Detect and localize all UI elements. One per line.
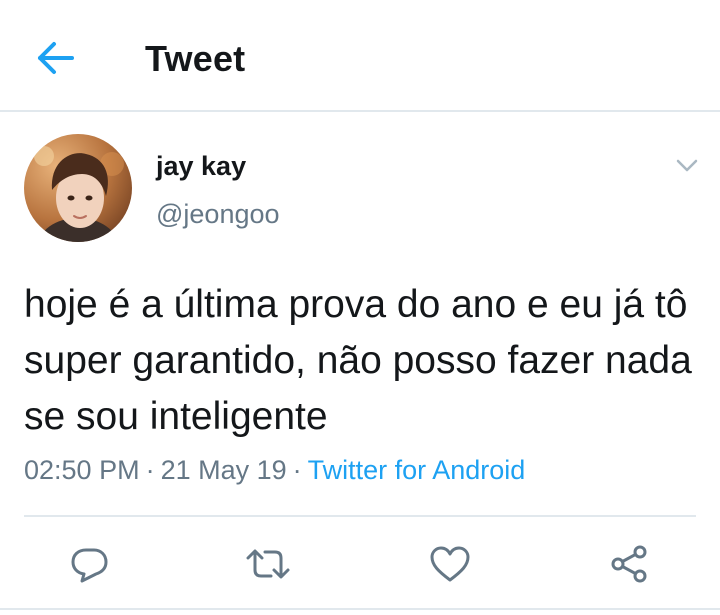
author-display-name[interactable]: jay kay [156, 151, 246, 182]
reply-button[interactable] [66, 542, 114, 586]
separator-dot: · [292, 455, 302, 485]
tweet-source-link[interactable]: Twitter for Android [308, 455, 526, 485]
arrow-left-icon [38, 42, 74, 74]
like-button[interactable] [426, 542, 474, 586]
share-button[interactable] [606, 542, 654, 586]
retweet-icon [246, 549, 290, 579]
reply-icon [71, 548, 108, 583]
avatar[interactable] [24, 134, 132, 242]
share-icon [611, 545, 647, 583]
tweet-date: 21 May 19 [160, 455, 287, 485]
author-handle[interactable]: @jeongoo [156, 199, 280, 230]
chevron-down-icon [676, 159, 698, 172]
separator-dot: · [145, 455, 155, 485]
page-title: Tweet [145, 38, 246, 79]
divider [24, 515, 696, 517]
avatar-image [24, 134, 132, 242]
back-button[interactable] [34, 38, 78, 78]
tweet-actions-bar [0, 530, 720, 600]
tweet-metadata: 02:50 PM · 21 May 19 · Twitter for Android [24, 455, 525, 486]
tweet-time: 02:50 PM [24, 455, 140, 485]
tweet-text: hoje é a última prova do ano e eu já tô … [24, 283, 692, 438]
like-icon [430, 546, 470, 582]
bottom-divider [0, 608, 720, 610]
more-options-button[interactable] [672, 152, 702, 178]
top-app-bar: Tweet [0, 0, 720, 112]
retweet-button[interactable] [244, 542, 292, 586]
